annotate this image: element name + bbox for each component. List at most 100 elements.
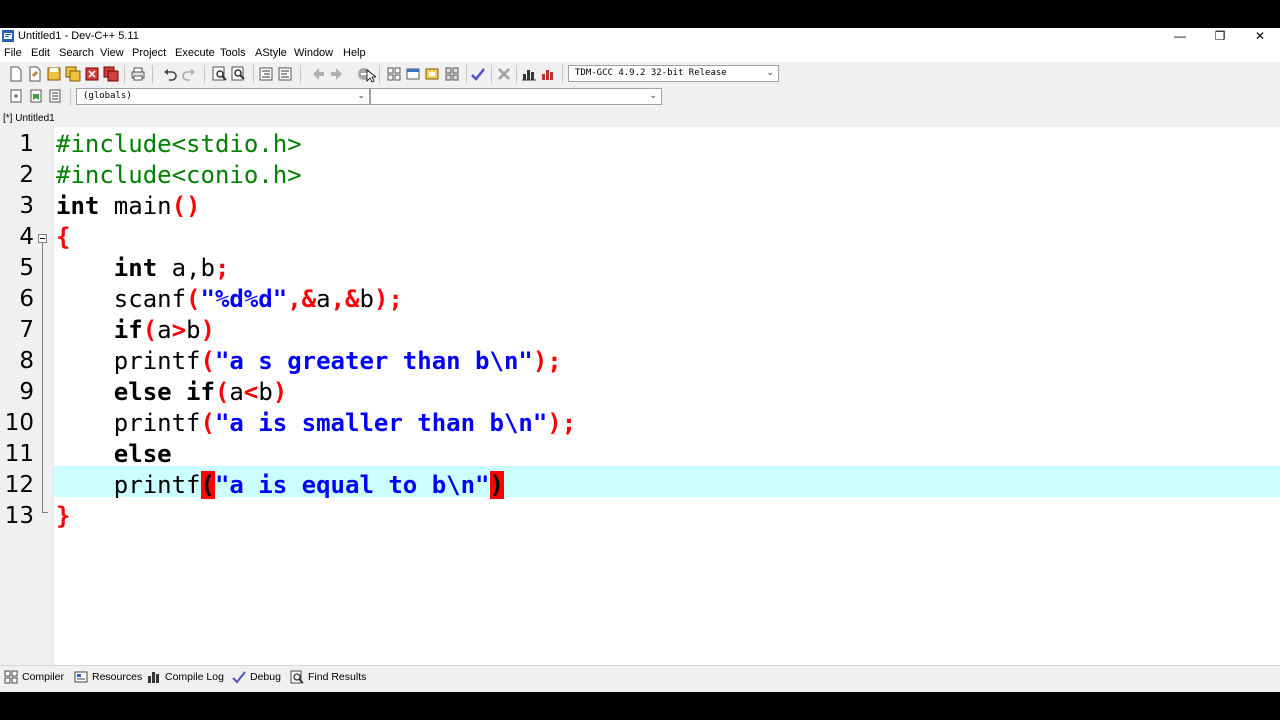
menu-edit[interactable]: Edit: [31, 46, 50, 60]
bottom-panel-tabs: Compiler Resources Compile Log Debug Fin…: [0, 665, 1280, 691]
tab-untitled1[interactable]: [*] Untitled1: [3, 111, 55, 126]
project-options-icon[interactable]: [424, 66, 440, 82]
identifier: printf: [113, 471, 201, 499]
window-title: Untitled1 - Dev-C++ 5.11: [18, 30, 139, 42]
stop-execution-icon[interactable]: [496, 66, 512, 82]
title-bar: Untitled1 - Dev-C++ 5.11 — ❐ ✕: [0, 28, 1280, 44]
class-browser-icon[interactable]: [444, 66, 460, 82]
toolbar-separator: [379, 65, 380, 83]
symbol: (: [200, 409, 215, 437]
code-editor[interactable]: 1 2 3 4 5 6 7 8 9 10 11 12 13 #include<s…: [0, 127, 1280, 665]
scope-select[interactable]: (globals) ⌄: [76, 88, 370, 105]
toolbar-separator: [516, 65, 517, 83]
symbol: ): [272, 378, 288, 406]
preprocessor-directive: #include<stdio.h>: [56, 130, 302, 158]
window-icon[interactable]: [405, 66, 421, 82]
class-toolbar: (globals) ⌄ ⌄: [0, 86, 664, 108]
keyword: else if: [113, 378, 215, 406]
identifier: scanf: [113, 285, 187, 313]
save-icon[interactable]: [46, 66, 62, 82]
code-line-1: #include<stdio.h>: [56, 129, 302, 160]
check-syntax-icon[interactable]: [470, 66, 486, 82]
goto-back-icon[interactable]: [310, 66, 326, 82]
toolbar-separator: [466, 65, 467, 83]
string-literal: "%d%d": [200, 285, 288, 313]
matched-brace: ): [489, 471, 504, 499]
line-number: 9: [19, 379, 34, 405]
undo-icon[interactable]: [162, 66, 178, 82]
preprocessor-directive: #include<conio.h>: [56, 161, 302, 189]
close-all-icon[interactable]: [103, 66, 119, 82]
menu-window[interactable]: Window: [294, 46, 333, 60]
compiler-select[interactable]: TDM-GCC 4.9.2 32-bit Release ⌄: [568, 65, 779, 82]
keyword: else: [113, 440, 172, 468]
fold-collapse-icon[interactable]: [38, 234, 47, 243]
member-select[interactable]: ⌄: [370, 88, 662, 105]
scope-select-value: (globals): [83, 91, 132, 101]
symbol: ): [200, 316, 215, 344]
code-line-7: if(a>b): [56, 315, 215, 346]
unindent-icon[interactable]: [277, 66, 293, 82]
chevron-down-icon: ⌄: [357, 91, 365, 101]
line-number: 6: [19, 286, 34, 312]
line-number: 11: [4, 441, 34, 467]
insert-icon[interactable]: [8, 88, 24, 104]
toggle-bookmark-icon[interactable]: [28, 88, 44, 104]
line-number: 7: [19, 317, 34, 343]
menu-execute[interactable]: Execute: [175, 46, 215, 60]
maximize-button[interactable]: ❐: [1200, 28, 1240, 44]
identifier: printf: [113, 347, 201, 375]
tab-compiler-label: Compiler: [22, 671, 65, 683]
code-line-8: printf("a s greater than b\n");: [56, 346, 562, 377]
tile-windows-icon[interactable]: [386, 66, 402, 82]
compiler-select-value: TDM-GCC 4.9.2 32-bit Release: [575, 68, 727, 78]
identifier: a,b: [157, 254, 215, 282]
close-button[interactable]: ✕: [1240, 28, 1280, 44]
code-line-4: {: [56, 222, 70, 253]
fold-end-marker: [42, 512, 48, 513]
close-file-icon[interactable]: [84, 66, 100, 82]
identifier: b: [258, 378, 273, 406]
debug-check-icon: [232, 671, 246, 684]
line-number: 8: [19, 348, 34, 374]
open-file-icon[interactable]: [27, 66, 43, 82]
menu-view[interactable]: View: [100, 46, 124, 60]
code-line-6: scanf("%d%d",&a,&b);: [56, 284, 403, 315]
find-results-icon: [290, 670, 304, 684]
keyword: if: [113, 316, 143, 344]
minimize-button[interactable]: —: [1160, 28, 1200, 44]
tab-debug-label: Debug: [250, 671, 281, 683]
delete-profile-icon[interactable]: [540, 66, 556, 82]
redo-icon[interactable]: [181, 66, 197, 82]
menu-tools[interactable]: Tools: [220, 46, 246, 60]
replace-icon[interactable]: [231, 66, 247, 82]
code-line-12: printf("a is equal to b\n"): [56, 470, 504, 501]
menu-astyle[interactable]: AStyle: [255, 46, 287, 60]
find-icon[interactable]: [212, 66, 228, 82]
menu-project[interactable]: Project: [132, 46, 166, 60]
menu-help[interactable]: Help: [343, 46, 366, 60]
mouse-cursor-icon: [366, 69, 376, 83]
line-number: 2: [19, 162, 34, 188]
identifier: printf: [113, 409, 201, 437]
string-literal: "a is equal to b\n": [214, 471, 490, 499]
code-line-2: #include<conio.h>: [56, 160, 302, 191]
menu-search[interactable]: Search: [59, 46, 94, 60]
symbol: }: [56, 502, 71, 530]
goto-line-icon[interactable]: [47, 88, 63, 104]
line-number: 4: [19, 224, 34, 250]
identifier: main: [99, 192, 172, 220]
profile-chart-icon[interactable]: [521, 66, 537, 82]
line-number: 1: [19, 131, 34, 157]
symbol: ,&: [330, 285, 360, 313]
line-number: 5: [19, 255, 34, 281]
indent-icon[interactable]: [258, 66, 274, 82]
menu-file[interactable]: File: [4, 46, 22, 60]
print-icon[interactable]: [130, 66, 146, 82]
new-file-icon[interactable]: [8, 66, 24, 82]
save-all-icon[interactable]: [65, 66, 81, 82]
symbol: >: [171, 316, 187, 344]
code-line-13: }: [56, 501, 70, 532]
code-line-10: printf("a is smaller than b\n");: [56, 408, 576, 439]
goto-forward-icon[interactable]: [329, 66, 345, 82]
